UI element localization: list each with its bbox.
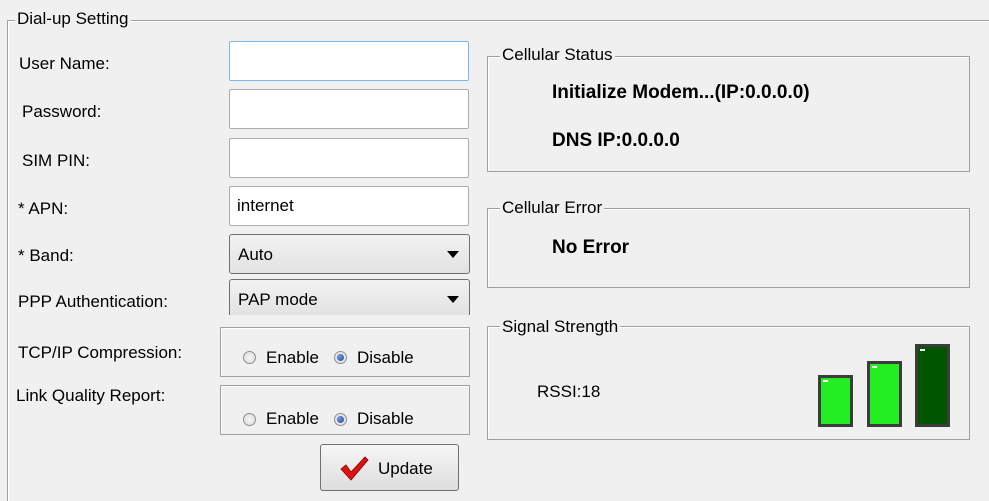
user-name-field[interactable]	[229, 41, 469, 81]
cellular-status-line1: Initialize Modem...(IP:0.0.0.0)	[552, 82, 810, 103]
rssi-value: RSSI:18	[537, 382, 601, 401]
lqr-enable-radio[interactable]	[243, 413, 256, 426]
sim-pin-label: SIM PIN:	[22, 151, 91, 170]
ppp-authentication-value: PAP mode	[238, 290, 318, 309]
tcp-enable-radio[interactable]	[243, 351, 256, 364]
chevron-down-icon	[447, 251, 459, 258]
checkmark-icon	[340, 456, 369, 481]
dialup-setting-title: Dial-up Setting	[15, 9, 131, 29]
band-select[interactable]: Auto	[229, 234, 470, 274]
lqr-disable-label[interactable]: Disable	[357, 408, 414, 430]
ppp-authentication-label: PPP Authentication:	[18, 292, 168, 311]
tcp-enable-label[interactable]: Enable	[266, 347, 319, 369]
sim-pin-field[interactable]	[229, 138, 469, 178]
password-field[interactable]	[229, 89, 469, 129]
apn-label: * APN:	[18, 199, 69, 218]
tcp-disable-radio[interactable]	[334, 351, 347, 364]
dns-ip-status: DNS IP:0.0.0.0	[552, 130, 680, 151]
cellular-error-message: No Error	[552, 237, 630, 258]
tcp-ip-compression-label: TCP/IP Compression:	[18, 343, 183, 362]
band-select-value: Auto	[238, 245, 273, 264]
signal-bar-3	[915, 344, 950, 427]
cellular-status-group	[487, 56, 970, 172]
chevron-down-icon	[447, 296, 459, 303]
update-button[interactable]: Update	[320, 444, 459, 491]
ppp-authentication-select[interactable]: PAP mode	[229, 279, 470, 315]
band-label: * Band:	[18, 246, 74, 265]
link-quality-report-label: Link Quality Report:	[16, 386, 166, 405]
tcp-disable-label[interactable]: Disable	[357, 347, 414, 369]
lqr-disable-radio[interactable]	[334, 413, 347, 426]
signal-strength-title: Signal Strength	[500, 317, 621, 337]
cellular-status-title: Cellular Status	[500, 45, 615, 65]
signal-bar-1	[818, 375, 853, 427]
update-button-label: Update	[378, 459, 433, 478]
apn-field[interactable]: internet	[229, 186, 469, 226]
cellular-error-title: Cellular Error	[500, 198, 605, 218]
link-quality-report-group	[220, 385, 470, 435]
lqr-enable-label[interactable]: Enable	[266, 408, 319, 430]
user-name-label: User Name:	[19, 54, 110, 73]
signal-bar-2	[867, 361, 902, 427]
password-label: Password:	[22, 102, 102, 121]
